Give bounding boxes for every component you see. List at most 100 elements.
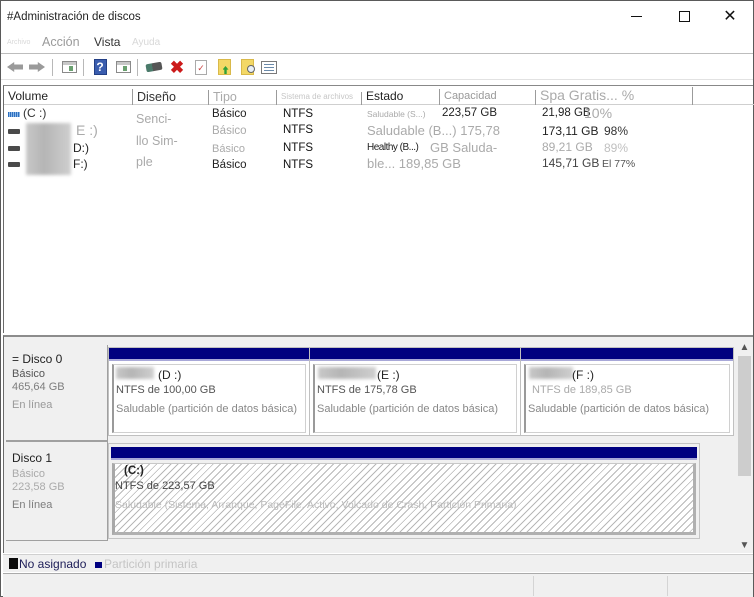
vertical-scrollbar[interactable]: ▲ ▼ [736, 339, 753, 553]
folder-search-icon [240, 59, 255, 75]
column-header-status[interactable]: Estado [362, 89, 440, 105]
partition-bar [521, 348, 733, 361]
scrollbar-thumb[interactable] [738, 356, 751, 476]
menu-accion[interactable]: Acción [42, 35, 80, 49]
menu-ayuda[interactable]: Ayuda [132, 37, 160, 48]
disk-1-label[interactable]: Disco 1 Básico 223,58 GB En línea [6, 441, 108, 541]
close-button[interactable]: ✕ [707, 1, 753, 31]
volume-free: 145,71 GB [542, 156, 600, 170]
maximize-icon [678, 10, 690, 22]
disk-type: Básico [12, 468, 46, 480]
volume-status: Saludable (B...) 175,78 [367, 123, 500, 138]
volume-free-pct: 89% [604, 141, 629, 155]
connect-button[interactable] [145, 58, 163, 76]
legend-unallocated: No asignado [19, 557, 87, 571]
system-volume-icon [8, 112, 20, 117]
delete-button[interactable]: ✖ [168, 58, 186, 76]
volume-name: E :) [76, 122, 98, 138]
layout-cell: llo Sim- [136, 134, 178, 148]
column-header-empty [693, 86, 754, 105]
volume-status: ble... 189,85 GB [367, 156, 461, 171]
column-header-volume[interactable]: Volume [4, 89, 133, 105]
redacted-label [26, 123, 71, 175]
help-icon: ? [93, 59, 107, 75]
forward-icon [29, 62, 45, 72]
volume-list: Volume Diseño Tipo Sistema de archivos E… [3, 85, 754, 333]
drive-icon [8, 129, 20, 134]
scroll-down-button[interactable]: ▼ [736, 537, 753, 553]
maximize-button[interactable] [661, 1, 707, 31]
column-header-filesystem[interactable]: Sistema de archivos [277, 92, 362, 105]
volume-capacity: GB Saluda- [430, 140, 498, 155]
console-tree-button[interactable] [60, 58, 78, 76]
chevron-up-icon: ▲ [739, 341, 750, 353]
volume-free: 89,21 GB [542, 140, 593, 154]
disk-state: En línea [12, 499, 53, 511]
title-bar: #Administración de discos ✕ [1, 1, 753, 31]
column-header-layout[interactable]: Diseño [133, 90, 209, 105]
properties-button[interactable] [260, 58, 278, 76]
volume-type: Básico [212, 159, 247, 171]
layout-cell: Senci- [136, 112, 172, 126]
minimize-icon [630, 15, 642, 17]
scroll-up-button[interactable]: ▲ [736, 339, 753, 355]
help-button[interactable]: ? [91, 58, 109, 76]
status-separator [667, 576, 668, 596]
folder-up-button[interactable] [215, 58, 233, 76]
partition-f[interactable]: (F :) NTFS de 189,85 GB Saludable (parti… [520, 347, 734, 436]
partition-title: (F :) [572, 368, 594, 382]
partition-title: (C:) [124, 465, 144, 477]
show-hide-action-pane-icon [115, 61, 131, 73]
volume-free: 173,11 GB [542, 124, 599, 138]
volume-type: Básico [212, 108, 247, 120]
connect-virtual-disk-icon [145, 61, 163, 73]
menu-vista[interactable]: Vista [94, 35, 120, 49]
folder-up-icon [217, 59, 231, 75]
menu-archivo[interactable]: Archivo [7, 39, 30, 46]
volume-fs: NTFS [283, 142, 314, 154]
partition-c[interactable]: (C:) NTFS de 223,57 GB Saludable (Sistem… [108, 443, 700, 539]
volume-free-pct: 98% [604, 124, 629, 138]
column-header-free-space[interactable]: Spa Gratis... % [536, 87, 693, 105]
partition-bar [111, 447, 697, 460]
disk-0-label[interactable]: = Disco 0 Básico 465,64 GB En línea [6, 345, 108, 441]
column-header-capacity[interactable]: Capacidad [440, 90, 536, 105]
partition-fs-size: NTFS de 175,78 GB [317, 384, 417, 396]
volume-type: Básico [212, 125, 247, 137]
partition-body: (F :) NTFS de 189,85 GB Saludable (parti… [524, 364, 730, 433]
legend: No asignado Partición primaria [3, 554, 753, 572]
check-button[interactable]: ✓ [192, 58, 210, 76]
partition-d[interactable]: (D :) NTFS de 100,00 GB Saludable (parti… [108, 347, 310, 436]
partition-bar [310, 348, 520, 361]
forward-button[interactable] [28, 58, 46, 76]
menu-bar: Archivo Acción Vista Ayuda [1, 31, 753, 54]
volume-free-pct: 10% [584, 105, 613, 121]
partition-e[interactable]: (E :) NTFS de 175,78 GB Saludable (parti… [309, 347, 521, 436]
show-hide-console-tree-icon [61, 61, 77, 73]
disk-graphical-view: = Disco 0 Básico 465,64 GB En línea (D :… [3, 335, 753, 553]
partition-title: (E :) [377, 368, 400, 382]
disk-state: En línea [12, 399, 53, 411]
toolbar-separator [137, 59, 138, 76]
partition-body: (D :) NTFS de 100,00 GB Saludable (parti… [112, 364, 306, 433]
partition-fs-size: NTFS de 100,00 GB [116, 384, 216, 396]
partition-body: (E :) NTFS de 175,78 GB Saludable (parti… [313, 364, 517, 433]
layout-cell: ple [136, 155, 153, 169]
partition-status: Saludable (Sistema, Arranque, PageFile, … [115, 499, 517, 511]
list-header: Volume Diseño Tipo Sistema de archivos E… [4, 86, 754, 105]
partition-bar [109, 348, 309, 361]
redacted-label [116, 367, 154, 379]
column-header-type[interactable]: Tipo [209, 90, 277, 105]
properties-icon [261, 60, 277, 74]
action-pane-button[interactable] [114, 58, 132, 76]
drive-icon [8, 146, 20, 151]
minimize-button[interactable] [613, 1, 659, 31]
volume-free-pct: El 77% [602, 158, 636, 170]
volume-fs: NTFS [283, 124, 314, 136]
back-button[interactable] [6, 58, 24, 76]
disk-size: 223,58 GB [12, 481, 65, 493]
status-bar [3, 573, 753, 597]
disk-management-window: #Administración de discos ✕ Archivo Acci… [0, 0, 754, 597]
volume-status: Saludable (S...) [367, 109, 426, 119]
folder-search-button[interactable] [238, 58, 256, 76]
